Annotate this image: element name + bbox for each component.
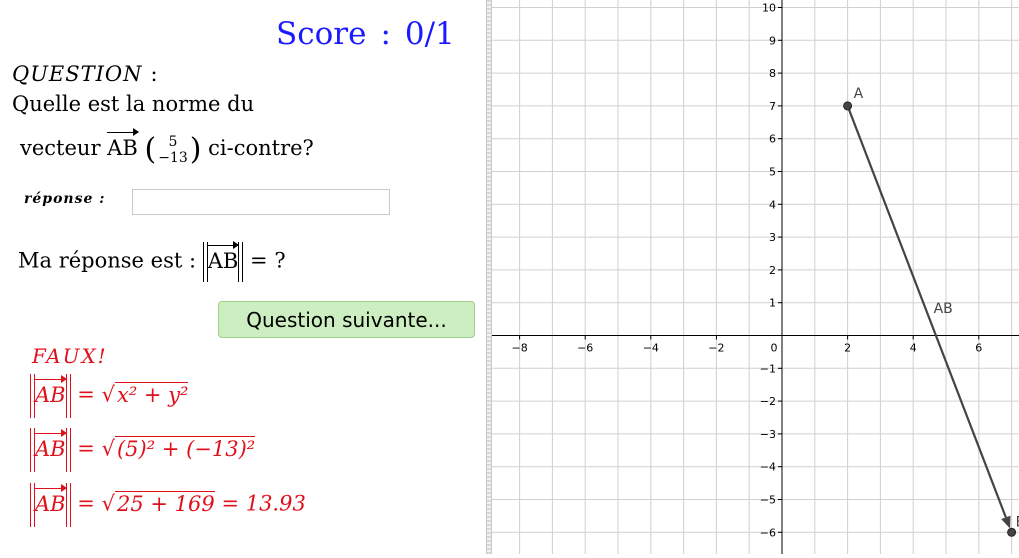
- sqrt-icon: √: [101, 382, 115, 407]
- question-suffix: ci-contre?: [208, 136, 314, 160]
- verdict-text: FAUX!: [32, 344, 108, 368]
- formula-line-2: AB = √(5)² + (−13)²: [30, 428, 256, 472]
- formula-vector-name: AB: [35, 382, 66, 407]
- vector-arrow-icon: [207, 240, 239, 252]
- algebra-panel: Score:0/1 QUESTION: Quelle est la norme …: [0, 0, 486, 554]
- y-tick-label: 7: [769, 100, 776, 113]
- formula-vector-name: AB: [35, 491, 66, 516]
- y-tick-label: −5: [760, 494, 776, 507]
- vector-arrow-icon: [35, 428, 67, 440]
- answer-prefix: Ma réponse est :: [18, 248, 197, 273]
- y-tick-label: −3: [760, 428, 776, 441]
- y-tick-label: 8: [769, 67, 776, 80]
- question-label: QUESTION: [12, 62, 143, 86]
- question-vecteur-word: vecteur: [20, 136, 101, 160]
- y-tick-label: −1: [760, 362, 776, 375]
- formula-line-1: AB = √x² + y²: [30, 374, 189, 418]
- sqrt-icon: √: [101, 436, 115, 461]
- question-heading: QUESTION:: [12, 62, 159, 86]
- question-line-2: vecteur AB (5 −13) ci-contre?: [20, 128, 314, 167]
- component-x: 5: [168, 133, 178, 150]
- formula-vector-name: AB: [35, 436, 66, 461]
- point-b-label: B: [1016, 514, 1019, 530]
- x-tick-label: 4: [910, 342, 917, 355]
- equals-sign: =: [77, 382, 95, 407]
- response-label: réponse :: [24, 191, 106, 207]
- score-display: Score:0/1: [276, 16, 455, 52]
- point-a: [843, 101, 853, 111]
- formula-vector: AB: [35, 374, 67, 407]
- question-colon: :: [150, 62, 159, 86]
- question-line-1: Quelle est la norme du: [12, 92, 255, 116]
- formula-rhs-3: 25 + 169: [114, 490, 215, 516]
- sqrt-icon: √: [101, 491, 115, 516]
- answer-vector-name: AB: [207, 248, 239, 273]
- y-tick-label: −6: [760, 526, 776, 539]
- equals-sign: =: [77, 491, 95, 516]
- equals-sign: =: [77, 436, 95, 461]
- answer-vector-symbol: AB: [207, 240, 239, 273]
- formula-result: = 13.93: [221, 491, 306, 516]
- formula-line-3: AB = √25 + 169 = 13.93: [30, 483, 306, 527]
- point-a-label: A: [854, 86, 864, 102]
- formula-rhs-1: x² + y²: [114, 381, 189, 407]
- vector-ab-label: AB: [934, 301, 953, 317]
- right-paren: ): [189, 132, 202, 167]
- y-tick-label: −4: [760, 461, 776, 474]
- x-tick-label: 6: [975, 342, 982, 355]
- x-tick-label: −6: [577, 342, 593, 355]
- vector-ab-symbol: AB: [107, 128, 139, 160]
- point-b: [1007, 527, 1017, 537]
- y-tick-label: 6: [769, 133, 776, 146]
- vector-arrow-icon: [107, 128, 139, 139]
- y-tick-label: 5: [769, 166, 776, 179]
- component-y: −13: [158, 149, 188, 166]
- x-tick-label: −4: [643, 342, 659, 355]
- y-tick-label: 3: [769, 231, 776, 244]
- vector-ab-arrowhead: [1001, 515, 1011, 529]
- y-tick-label: 9: [769, 34, 776, 47]
- vector-name: AB: [107, 136, 138, 160]
- coordinate-grid[interactable]: −10−8−6−4−20246810987654321−1−2−3−4−5−6A…: [442, 0, 1019, 554]
- vector-arrow-icon: [35, 483, 67, 495]
- answer-suffix: = ?: [250, 248, 286, 273]
- x-tick-label: −8: [511, 342, 527, 355]
- answer-line: Ma réponse est : AB = ?: [18, 240, 286, 282]
- column-vector: 5 −13: [158, 134, 188, 166]
- vector-arrow-icon: [35, 374, 67, 386]
- score-label: Score: [276, 16, 367, 52]
- y-tick-label: 2: [769, 264, 776, 277]
- formula-rhs-2: (5)² + (−13)²: [114, 435, 256, 461]
- x-tick-label: 2: [844, 342, 851, 355]
- next-question-button[interactable]: Question suivante...: [218, 301, 475, 338]
- x-tick-label: 0: [771, 342, 778, 355]
- x-tick-label: −2: [708, 342, 724, 355]
- y-tick-label: −2: [760, 395, 776, 408]
- response-input[interactable]: [132, 189, 390, 215]
- y-tick-label: 4: [769, 198, 776, 211]
- formula-vector: AB: [35, 483, 67, 516]
- score-value: 0/1: [404, 16, 455, 52]
- y-tick-label: 10: [762, 2, 776, 15]
- y-tick-label: 1: [769, 297, 776, 310]
- vector-ab-line: [846, 105, 1007, 518]
- graphics-view[interactable]: −10−8−6−4−20246810987654321−1−2−3−4−5−6A…: [442, 0, 1019, 554]
- score-separator: :: [380, 16, 391, 52]
- formula-vector: AB: [35, 428, 67, 461]
- left-paren: (: [144, 132, 157, 167]
